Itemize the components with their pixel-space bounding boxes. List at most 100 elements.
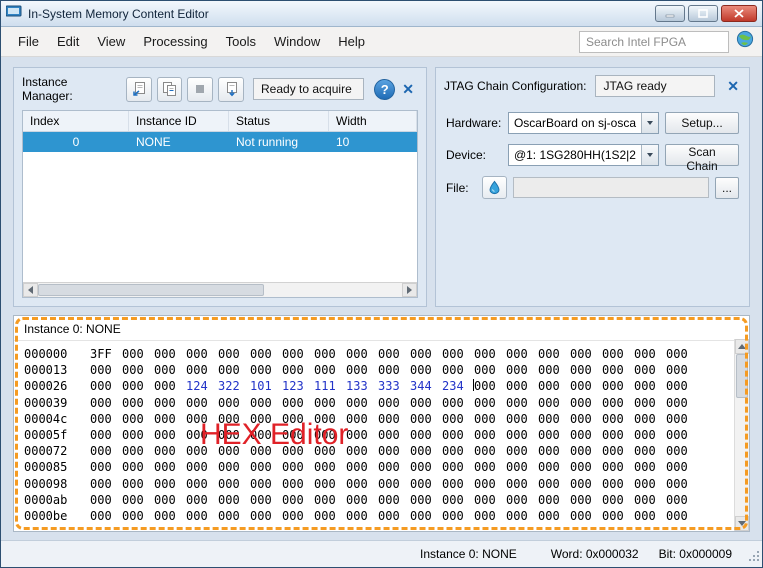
hex-word[interactable]: 000 <box>666 346 688 362</box>
hex-word[interactable]: 000 <box>570 459 592 475</box>
hex-word[interactable]: 000 <box>570 492 592 508</box>
hex-word[interactable]: 000 <box>602 492 624 508</box>
menu-help[interactable]: Help <box>329 29 374 54</box>
close-button[interactable] <box>721 5 757 22</box>
hex-word[interactable]: 000 <box>122 459 144 475</box>
scroll-thumb[interactable] <box>38 284 264 296</box>
hex-word[interactable]: 000 <box>90 492 112 508</box>
hex-word[interactable]: 000 <box>218 476 240 492</box>
hex-word[interactable]: 000 <box>506 362 528 378</box>
hex-word[interactable]: 000 <box>666 362 688 378</box>
hex-word[interactable]: 000 <box>90 443 112 459</box>
hex-word[interactable]: 000 <box>666 411 688 427</box>
device-dropdown-arrow-icon[interactable] <box>641 145 658 165</box>
column-header-instance-id[interactable]: Instance ID <box>129 111 229 131</box>
hex-word[interactable]: 000 <box>186 427 208 443</box>
hex-word[interactable]: 000 <box>570 346 592 362</box>
hex-word[interactable]: 000 <box>634 443 656 459</box>
hex-word[interactable]: 000 <box>282 411 304 427</box>
hex-word[interactable]: 000 <box>250 362 272 378</box>
hex-word[interactable]: 000 <box>154 346 176 362</box>
vscroll-track[interactable] <box>735 354 749 516</box>
hex-word[interactable]: 000 <box>314 476 336 492</box>
hex-word[interactable]: 000 <box>442 508 464 524</box>
hex-word[interactable]: 000 <box>474 443 496 459</box>
hex-word[interactable]: 000 <box>570 443 592 459</box>
hex-word[interactable]: 000 <box>186 476 208 492</box>
hex-word[interactable]: 000 <box>154 443 176 459</box>
hex-word[interactable]: 000 <box>218 508 240 524</box>
hex-word[interactable]: 000 <box>474 508 496 524</box>
hex-word[interactable]: 000 <box>538 411 560 427</box>
hex-word[interactable]: 000 <box>570 395 592 411</box>
hex-word[interactable]: 000 <box>186 492 208 508</box>
hex-word[interactable]: 000 <box>634 378 656 394</box>
hex-word[interactable]: 000 <box>186 395 208 411</box>
hex-word[interactable]: 000 <box>410 395 432 411</box>
hex-word[interactable]: 000 <box>154 411 176 427</box>
resize-grip[interactable] <box>748 550 761 566</box>
hex-word[interactable]: 000 <box>538 346 560 362</box>
hex-word[interactable]: 000 <box>538 362 560 378</box>
hex-word[interactable]: 000 <box>218 411 240 427</box>
menu-tools[interactable]: Tools <box>217 29 265 54</box>
hex-word[interactable]: 101 <box>250 378 272 394</box>
hex-word[interactable]: 000 <box>90 427 112 443</box>
hex-word[interactable]: 000 <box>666 476 688 492</box>
hex-word[interactable]: 000 <box>666 459 688 475</box>
hex-word[interactable]: 000 <box>378 459 400 475</box>
hex-word[interactable]: 000 <box>250 492 272 508</box>
hex-word[interactable]: 000 <box>602 427 624 443</box>
hex-word[interactable]: 000 <box>410 362 432 378</box>
hex-word[interactable]: 000 <box>186 346 208 362</box>
hex-word[interactable]: 000 <box>634 395 656 411</box>
hex-word[interactable]: 000 <box>634 492 656 508</box>
hex-word[interactable]: 000 <box>634 411 656 427</box>
hex-word[interactable]: 000 <box>122 362 144 378</box>
help-button[interactable]: ? <box>374 79 395 100</box>
hex-word[interactable]: 000 <box>538 443 560 459</box>
hex-word[interactable]: 000 <box>602 411 624 427</box>
hex-word[interactable]: 000 <box>410 346 432 362</box>
hex-word[interactable]: 000 <box>346 508 368 524</box>
hex-word[interactable]: 000 <box>474 459 496 475</box>
menu-file[interactable]: File <box>9 29 48 54</box>
hex-word[interactable]: 000 <box>378 443 400 459</box>
hex-word[interactable]: 000 <box>346 459 368 475</box>
menu-edit[interactable]: Edit <box>48 29 88 54</box>
hex-word[interactable]: 000 <box>538 378 560 394</box>
hex-word[interactable]: 000 <box>506 378 528 394</box>
hex-word[interactable]: 000 <box>346 395 368 411</box>
hex-word[interactable]: 000 <box>154 459 176 475</box>
hex-word[interactable]: 000 <box>474 378 496 394</box>
hex-word[interactable]: 111 <box>314 378 336 394</box>
column-header-width[interactable]: Width <box>329 111 417 131</box>
hex-word[interactable]: 000 <box>346 362 368 378</box>
hex-word[interactable]: 000 <box>250 411 272 427</box>
hex-word[interactable]: 000 <box>314 443 336 459</box>
hex-word[interactable]: 000 <box>218 346 240 362</box>
hex-word[interactable]: 000 <box>314 508 336 524</box>
hex-word[interactable]: 000 <box>378 411 400 427</box>
hex-word[interactable]: 000 <box>218 443 240 459</box>
hex-word[interactable]: 000 <box>506 395 528 411</box>
hex-word[interactable]: 000 <box>666 508 688 524</box>
hex-word[interactable]: 000 <box>186 362 208 378</box>
hex-word[interactable]: 000 <box>282 346 304 362</box>
hex-word[interactable]: 000 <box>634 476 656 492</box>
hex-word[interactable]: 000 <box>250 508 272 524</box>
maximize-button[interactable] <box>688 5 718 22</box>
hex-word[interactable]: 000 <box>250 395 272 411</box>
hex-word[interactable]: 000 <box>378 427 400 443</box>
hardware-dropdown-arrow-icon[interactable] <box>641 113 658 133</box>
hex-word[interactable]: 333 <box>378 378 400 394</box>
hex-word[interactable]: 000 <box>122 346 144 362</box>
minimize-button[interactable] <box>655 5 685 22</box>
hex-word[interactable]: 000 <box>378 362 400 378</box>
hex-word[interactable]: 000 <box>346 411 368 427</box>
hex-word[interactable]: 3FF <box>90 346 112 362</box>
hex-word[interactable]: 000 <box>442 459 464 475</box>
hex-word[interactable]: 000 <box>506 443 528 459</box>
hex-word[interactable]: 000 <box>122 443 144 459</box>
column-header-status[interactable]: Status <box>229 111 329 131</box>
